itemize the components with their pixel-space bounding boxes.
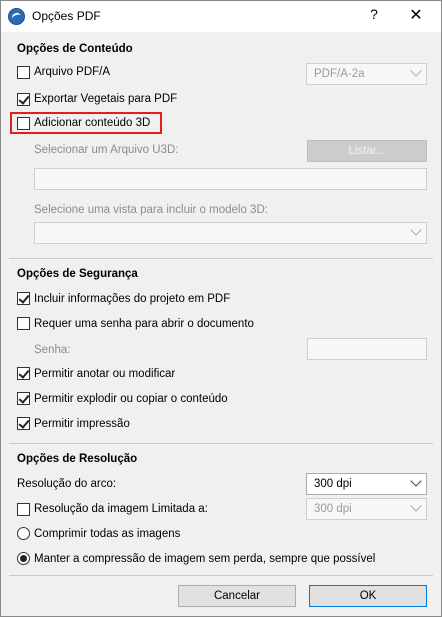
compress-all-label[interactable]: Comprimir todas as imagens [34,528,180,540]
pdf-options-dialog: Opções PDF ? ✕ Opções de Conteúdo Arquiv… [0,0,442,617]
arc-resolution-select[interactable]: 300 dpi [306,473,427,495]
content-section-title: Opções de Conteúdo [17,43,133,55]
chevron-down-icon [410,475,422,487]
allow-explode-label[interactable]: Permitir explodir ou copiar o conteúdo [34,393,228,405]
password-field[interactable] [307,338,427,360]
security-section-title: Opções de Segurança [17,268,138,280]
chevron-down-icon [410,65,422,77]
help-button[interactable]: ? [365,6,383,22]
project-info-label[interactable]: Incluir informações do projeto em PDF [34,293,230,305]
allow-annotate-label[interactable]: Permitir anotar ou modificar [34,368,175,380]
resolution-section-title: Opções de Resolução [17,453,138,465]
arc-resolution-value: 300 dpi [314,478,352,490]
limit-resolution-value: 300 dpi [314,503,352,515]
lossless-radio[interactable] [17,552,30,565]
chevron-down-icon [410,224,422,236]
project-info-checkbox[interactable] [17,292,30,305]
password-label: Senha: [34,344,71,356]
view-select-label: Selecione uma vista para incluir o model… [34,204,268,216]
allow-print-checkbox[interactable] [17,417,30,430]
pdfa-version-value: PDF/A-2a [314,68,365,80]
export-vectors-checkbox[interactable] [17,93,30,106]
divider [9,258,433,259]
lossless-label[interactable]: Manter a compressão de imagem sem perda,… [34,553,375,565]
close-icon[interactable]: ✕ [406,5,426,25]
add-3d-content-label[interactable]: Adicionar conteúdo 3D [34,117,150,129]
pdfa-checkbox[interactable] [17,66,30,79]
arc-resolution-label: Resolução do arco: [17,478,117,490]
list-button[interactable]: Listar... [307,140,427,162]
divider [9,575,433,576]
view-select[interactable] [34,222,427,244]
cancel-button[interactable]: Cancelar [178,585,296,607]
export-vectors-label[interactable]: Exportar Vegetais para PDF [34,93,177,105]
pdfa-label[interactable]: Arquivo PDF/A [34,66,110,78]
require-password-label[interactable]: Requer uma senha para abrir o documento [34,318,254,330]
chevron-down-icon [410,500,422,512]
add-3d-content-checkbox[interactable] [17,117,30,130]
ok-button[interactable]: OK [309,585,427,607]
pdfa-version-select[interactable]: PDF/A-2a [306,63,427,85]
u3d-path-field[interactable] [34,168,427,190]
limit-resolution-label[interactable]: Resolução da imagem Limitada a: [34,503,208,515]
limit-resolution-select[interactable]: 300 dpi [306,498,427,520]
require-password-checkbox[interactable] [17,317,30,330]
allow-print-label[interactable]: Permitir impressão [34,418,130,430]
divider [9,443,433,444]
compress-all-radio[interactable] [17,527,30,540]
allow-explode-checkbox[interactable] [17,392,30,405]
title-bar: Opções PDF ? ✕ [1,1,441,32]
limit-resolution-checkbox[interactable] [17,503,30,516]
app-logo-icon [8,8,25,25]
window-title: Opções PDF [32,9,101,23]
u3d-file-label: Selecionar um Arquivo U3D: [34,144,179,156]
allow-annotate-checkbox[interactable] [17,367,30,380]
